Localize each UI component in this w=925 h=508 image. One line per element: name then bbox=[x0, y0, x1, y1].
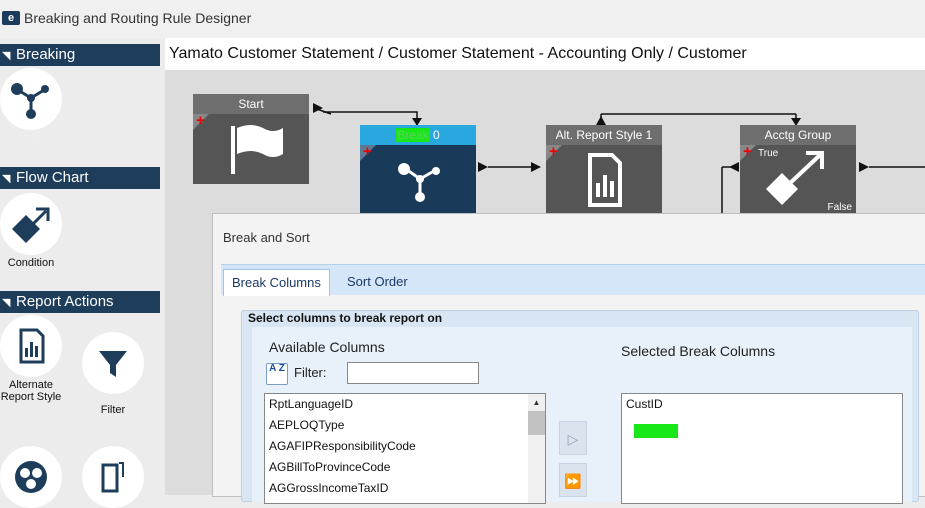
node-break[interactable]: Break 0 + bbox=[360, 125, 476, 215]
sort-az-button[interactable]: A Z bbox=[266, 363, 288, 385]
available-columns-label: Available Columns bbox=[269, 339, 385, 355]
list-item[interactable]: RptLanguageID bbox=[265, 394, 545, 415]
collapse-arrow-icon: ◥ bbox=[2, 50, 11, 62]
list-item[interactable]: CustID bbox=[622, 394, 902, 415]
section-flow-chart[interactable]: ◥ Flow Chart bbox=[0, 167, 160, 189]
selected-columns-label: Selected Break Columns bbox=[621, 343, 776, 359]
collapse-arrow-icon: ◥ bbox=[2, 297, 11, 309]
tab-strip: Break Columns Sort Order bbox=[221, 264, 925, 296]
tool-attachment[interactable] bbox=[78, 446, 148, 508]
break-columns-group: Select columns to break report on Availa… bbox=[241, 310, 919, 504]
tool-alternate-report-style[interactable]: Alternate Report Style bbox=[0, 315, 66, 403]
node-acctg-group[interactable]: Acctg Group + True False bbox=[740, 125, 856, 215]
tool-filter[interactable]: Filter bbox=[78, 332, 148, 416]
list-item[interactable]: AEPLOQType bbox=[265, 415, 545, 436]
move-right-button[interactable]: ▷ bbox=[559, 421, 587, 455]
node-alt-report-style[interactable]: Alt. Report Style 1 + bbox=[546, 125, 662, 215]
diamond-arrow-icon bbox=[766, 151, 824, 205]
tool-condition[interactable]: Condition bbox=[0, 193, 64, 269]
tool-break[interactable]: Break bbox=[0, 68, 64, 144]
circles-icon bbox=[0, 446, 62, 508]
section-report-actions[interactable]: ◥ Report Actions bbox=[0, 291, 160, 313]
collapse-arrow-icon: ◥ bbox=[2, 173, 11, 185]
funnel-icon bbox=[82, 332, 144, 394]
selected-columns-list[interactable]: CustID bbox=[621, 393, 903, 504]
move-all-right-button[interactable]: ⏩ bbox=[559, 463, 587, 497]
list-item[interactable]: AGBillToProvinceCode bbox=[265, 457, 545, 478]
list-item[interactable]: AGAFIPResponsibilityCode bbox=[265, 436, 545, 457]
app-logo: e bbox=[2, 11, 20, 25]
report-chart-icon bbox=[0, 315, 62, 377]
paperclip-document-icon bbox=[82, 446, 144, 508]
tool-group[interactable] bbox=[0, 446, 64, 508]
branch-icon bbox=[0, 68, 62, 130]
report-chart-icon bbox=[588, 153, 622, 207]
diamond-arrow-icon bbox=[0, 193, 62, 255]
dialog-title: Break and Sort bbox=[223, 230, 310, 245]
section-breaking[interactable]: ◥ Breaking bbox=[0, 44, 160, 66]
node-start[interactable]: Start + bbox=[193, 94, 309, 184]
scrollbar[interactable]: ▲ bbox=[528, 394, 545, 503]
highlight-mark bbox=[634, 424, 678, 438]
list-item[interactable]: AGGrossIncomeTaxID bbox=[265, 478, 545, 499]
available-columns-list[interactable]: RptLanguageID AEPLOQType AGAFIPResponsibil… bbox=[264, 393, 546, 504]
title-bar: e Breaking and Routing Rule Designer bbox=[0, 0, 925, 38]
filter-label: Filter: bbox=[294, 365, 327, 380]
filter-input[interactable] bbox=[347, 362, 479, 384]
breadcrumb: Yamato Customer Statement / Customer Sta… bbox=[165, 38, 925, 70]
break-and-sort-dialog: Break and Sort Break Columns Sort Order … bbox=[212, 213, 925, 504]
toolbox-sidebar: ◥Breaking Break ◥Flow Chart Condition bbox=[0, 38, 162, 508]
scroll-thumb[interactable] bbox=[528, 411, 545, 435]
flag-icon bbox=[231, 125, 283, 174]
tab-sort-order[interactable]: Sort Order bbox=[339, 269, 416, 295]
group-title: Select columns to break report on bbox=[248, 311, 443, 325]
tab-break-columns[interactable]: Break Columns bbox=[223, 269, 330, 296]
window-title: Breaking and Routing Rule Designer bbox=[24, 10, 252, 26]
scroll-up-icon[interactable]: ▲ bbox=[528, 394, 545, 411]
branch-icon bbox=[398, 163, 440, 202]
